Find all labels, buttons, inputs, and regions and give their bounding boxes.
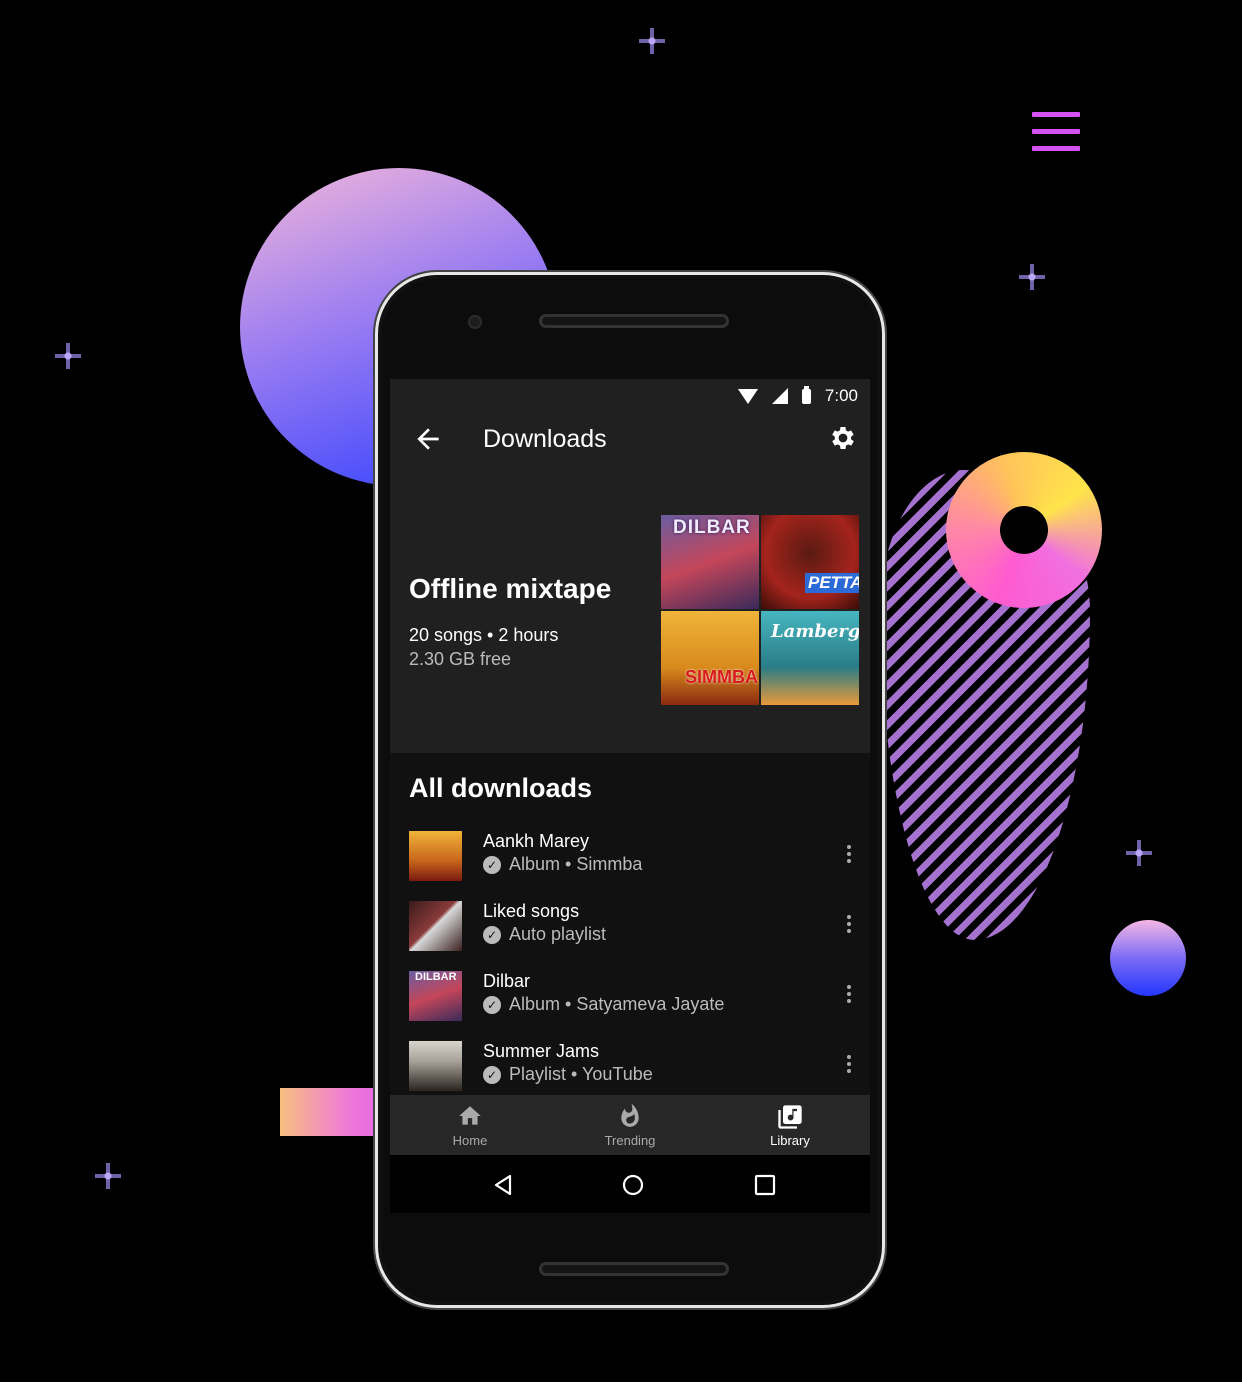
offline-mixtape-card[interactable]: Offline mixtape 20 songs • 2 hours 2.30 … bbox=[390, 465, 870, 753]
nav-item-home[interactable]: Home bbox=[390, 1095, 550, 1155]
back-arrow-icon[interactable] bbox=[412, 423, 444, 455]
system-back-icon[interactable] bbox=[491, 1173, 515, 1197]
system-recents-icon[interactable] bbox=[753, 1173, 777, 1197]
item-title: Aankh Marey bbox=[483, 831, 590, 851]
more-options-icon[interactable] bbox=[846, 1053, 852, 1075]
downloaded-check-icon: ✓ bbox=[483, 1065, 501, 1084]
trending-flame-icon bbox=[621, 1103, 639, 1127]
album-cover: PETTA bbox=[761, 515, 859, 609]
decor-small-ball bbox=[1110, 920, 1186, 996]
downloaded-check-icon: ✓ bbox=[483, 855, 501, 874]
item-thumbnail bbox=[409, 831, 462, 881]
item-title: Dilbar bbox=[483, 971, 531, 991]
mixtape-cover-collage: DILBAR PETTA SIMMBA Lamberghini bbox=[661, 515, 859, 705]
front-camera bbox=[468, 315, 482, 329]
signal-icon bbox=[771, 388, 788, 404]
system-home-icon[interactable] bbox=[621, 1173, 645, 1197]
decor-bars bbox=[1032, 112, 1080, 163]
item-subtitle: ✓ Auto playlist bbox=[483, 924, 606, 945]
item-thumbnail: DILBAR bbox=[409, 971, 462, 1021]
list-item[interactable]: Aankh Marey ✓ Album • Simmba bbox=[390, 823, 870, 893]
item-title: Summer Jams bbox=[483, 1041, 600, 1061]
sparkle-icon bbox=[1126, 840, 1152, 866]
list-item[interactable]: DILBAR Dilbar ✓ Album • Satyameva Jayate bbox=[390, 963, 870, 1033]
item-thumbnail bbox=[409, 1041, 462, 1091]
section-title-all-downloads: All downloads bbox=[409, 773, 593, 803]
decor-gradient-rect bbox=[280, 1088, 376, 1136]
mixtape-title: Offline mixtape bbox=[409, 573, 612, 604]
nav-item-trending[interactable]: Trending bbox=[550, 1095, 710, 1155]
sparkle-icon bbox=[639, 28, 665, 54]
app-bar: Downloads bbox=[390, 413, 870, 465]
status-time: 7:00 bbox=[824, 386, 858, 405]
nav-item-library[interactable]: Library bbox=[710, 1095, 870, 1155]
bottom-speaker bbox=[539, 1262, 729, 1276]
phone-screen: 7:00 Downloads Offline mixtape 20 songs … bbox=[390, 379, 870, 1213]
home-icon bbox=[459, 1106, 481, 1125]
nav-label: Library bbox=[770, 1133, 810, 1148]
mixtape-free-space: 2.30 GB free bbox=[409, 649, 512, 669]
nav-label: Home bbox=[452, 1133, 488, 1148]
album-cover: DILBAR bbox=[661, 515, 759, 609]
mixtape-meta: 20 songs • 2 hours bbox=[409, 625, 559, 645]
library-music-icon bbox=[778, 1105, 802, 1129]
item-subtitle: ✓ Playlist • YouTube bbox=[483, 1064, 653, 1085]
wifi-icon bbox=[737, 388, 758, 404]
battery-icon bbox=[801, 385, 811, 404]
more-options-icon[interactable] bbox=[846, 843, 852, 865]
top-speaker bbox=[539, 314, 729, 328]
status-bar: 7:00 bbox=[390, 379, 870, 413]
sparkle-icon bbox=[95, 1163, 121, 1189]
sparkle-icon bbox=[55, 343, 81, 369]
item-subtitle: ✓ Album • Satyameva Jayate bbox=[483, 994, 724, 1015]
item-title: Liked songs bbox=[483, 901, 580, 921]
settings-gear-icon[interactable] bbox=[828, 423, 858, 453]
bottom-navigation: Home Trending Library bbox=[390, 1095, 870, 1155]
album-cover: SIMMBA bbox=[661, 611, 759, 705]
downloaded-check-icon: ✓ bbox=[483, 925, 501, 944]
nav-label: Trending bbox=[604, 1133, 656, 1148]
album-cover: Lamberghini bbox=[761, 611, 859, 705]
item-subtitle: ✓ Album • Simmba bbox=[483, 854, 642, 875]
phone-frame: 7:00 Downloads Offline mixtape 20 songs … bbox=[375, 272, 885, 1308]
more-options-icon[interactable] bbox=[846, 983, 852, 1005]
system-navigation-bar bbox=[390, 1155, 870, 1213]
page-title: Downloads bbox=[483, 425, 607, 453]
sparkle-icon bbox=[1019, 264, 1045, 290]
list-item[interactable]: Summer Jams ✓ Playlist • YouTube bbox=[390, 1033, 870, 1103]
decor-donut bbox=[946, 452, 1102, 608]
list-item[interactable]: Liked songs ✓ Auto playlist bbox=[390, 893, 870, 963]
downloads-list: Aankh Marey ✓ Album • Simmba Liked songs… bbox=[390, 823, 870, 1103]
more-options-icon[interactable] bbox=[846, 913, 852, 935]
item-thumbnail bbox=[409, 901, 462, 951]
downloaded-check-icon: ✓ bbox=[483, 995, 501, 1014]
